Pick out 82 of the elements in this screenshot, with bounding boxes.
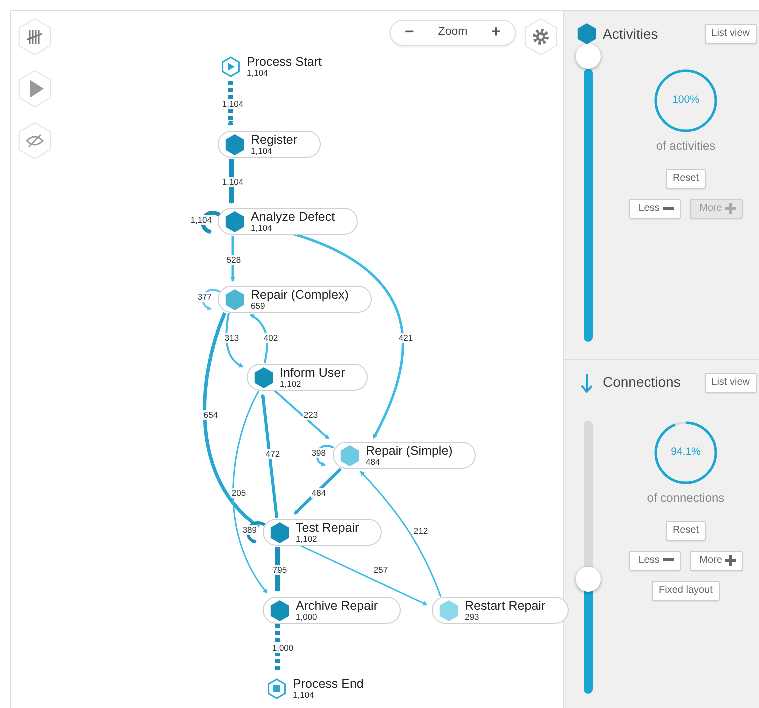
activity-count: 1,104 — [247, 69, 270, 78]
connection-count: 1,104 — [190, 215, 214, 225]
settings-button[interactable] — [523, 17, 559, 57]
activity-name: Register — [251, 134, 298, 146]
slider-handle[interactable] — [576, 44, 601, 69]
progress-ring — [654, 420, 718, 484]
toolbar-button[interactable] — [17, 121, 53, 161]
activity-node[interactable]: Repair (Simple) 484 — [333, 442, 476, 469]
reset-button[interactable]: Reset — [666, 520, 706, 540]
slider-handle[interactable] — [576, 567, 601, 592]
activity-count: 1,104 — [251, 146, 272, 156]
activity-count: 1,104 — [251, 224, 272, 232]
connection-count: 795 — [272, 565, 288, 575]
connection-count: 389 — [242, 525, 258, 535]
connection-count: 212 — [412, 526, 430, 536]
section-title: Connections — [603, 373, 681, 392]
zoom-out-button[interactable]: − — [401, 25, 418, 41]
activity-node[interactable]: Inform User 1,102 — [247, 364, 368, 391]
fixed-layout-button[interactable]: Fixed layout — [652, 580, 720, 601]
gauge-caption: of connections — [647, 490, 725, 506]
settings-icon — [533, 29, 549, 45]
activity-node[interactable]: Restart Repair 293 — [432, 597, 569, 624]
connection-count: 484 — [310, 488, 328, 498]
activity-count: 293 — [465, 612, 480, 622]
activity-name: Test Repair — [296, 522, 360, 534]
zoom-label: Zoom — [438, 25, 468, 40]
zoom-in-button[interactable]: + — [488, 25, 505, 41]
connection-count: 1,104 — [221, 177, 245, 187]
activity-name: Repair (Complex) — [251, 288, 349, 302]
connection-count: 1,000 — [271, 643, 295, 653]
play-icon — [30, 80, 44, 98]
activity-name: Repair (Simple) — [366, 444, 453, 458]
list-view-button[interactable]: List view — [704, 372, 757, 392]
activity-name: Archive Repair — [296, 600, 378, 612]
tally-icon — [26, 30, 42, 44]
percent-value: 100% — [672, 93, 700, 108]
connection-count: 205 — [230, 488, 248, 498]
toolbar-button[interactable] — [17, 69, 53, 109]
connection-count: 377 — [196, 292, 214, 302]
end-icon[interactable] — [267, 678, 287, 700]
activity-node[interactable]: Repair (Complex) 659 — [218, 286, 372, 313]
activity-count: 1,104 — [293, 691, 316, 700]
reset-button[interactable]: Reset — [666, 169, 706, 189]
activity-count: 484 — [366, 458, 380, 466]
activity-name: Process End — [293, 678, 364, 691]
connection-count: 528 — [226, 255, 242, 265]
connection-count: 402 — [262, 333, 280, 343]
activity-node[interactable]: Analyze Defect 1,104 — [218, 208, 358, 235]
start-icon[interactable] — [221, 56, 241, 78]
activity-count: 659 — [251, 302, 266, 310]
activity-name: Restart Repair — [465, 600, 546, 612]
activity-node[interactable]: Test Repair 1,102 — [263, 519, 382, 546]
connection-count: 472 — [264, 449, 282, 459]
toolbar-button[interactable] — [17, 17, 53, 57]
connection-count: 223 — [302, 410, 320, 420]
hexagon-icon — [577, 23, 597, 45]
section-title: Activities — [603, 24, 658, 44]
activity-count: 1,000 — [296, 612, 318, 622]
connection-count: 313 — [224, 333, 240, 343]
connection-count: 257 — [372, 565, 390, 575]
less-button[interactable]: Less — [628, 199, 681, 220]
activity-count: 1,102 — [296, 534, 318, 544]
list-view-button[interactable]: List view — [704, 24, 757, 44]
connection-count: 398 — [310, 448, 328, 458]
percent-value: 94.1% — [670, 444, 702, 460]
activity-name: Analyze Defect — [251, 210, 336, 224]
arrow-down-icon — [580, 372, 594, 394]
plus-icon — [725, 203, 736, 214]
plus-icon — [725, 554, 736, 566]
activity-count: 1,102 — [280, 380, 302, 388]
activity-node[interactable]: Archive Repair 1,000 — [263, 597, 401, 624]
connection-count: 654 — [202, 410, 220, 420]
activity-name: Inform User — [280, 366, 346, 380]
hide-icon — [26, 134, 44, 148]
activity-name: Process Start — [247, 56, 322, 69]
activity-node[interactable]: Register 1,104 — [218, 131, 321, 158]
more-button[interactable]: More — [690, 550, 744, 571]
connection-count: 421 — [398, 333, 414, 343]
connection-count: 1,104 — [221, 99, 245, 109]
less-button[interactable]: Less — [628, 550, 681, 571]
progress-ring — [654, 69, 718, 133]
gauge-caption: of activities — [656, 138, 716, 155]
